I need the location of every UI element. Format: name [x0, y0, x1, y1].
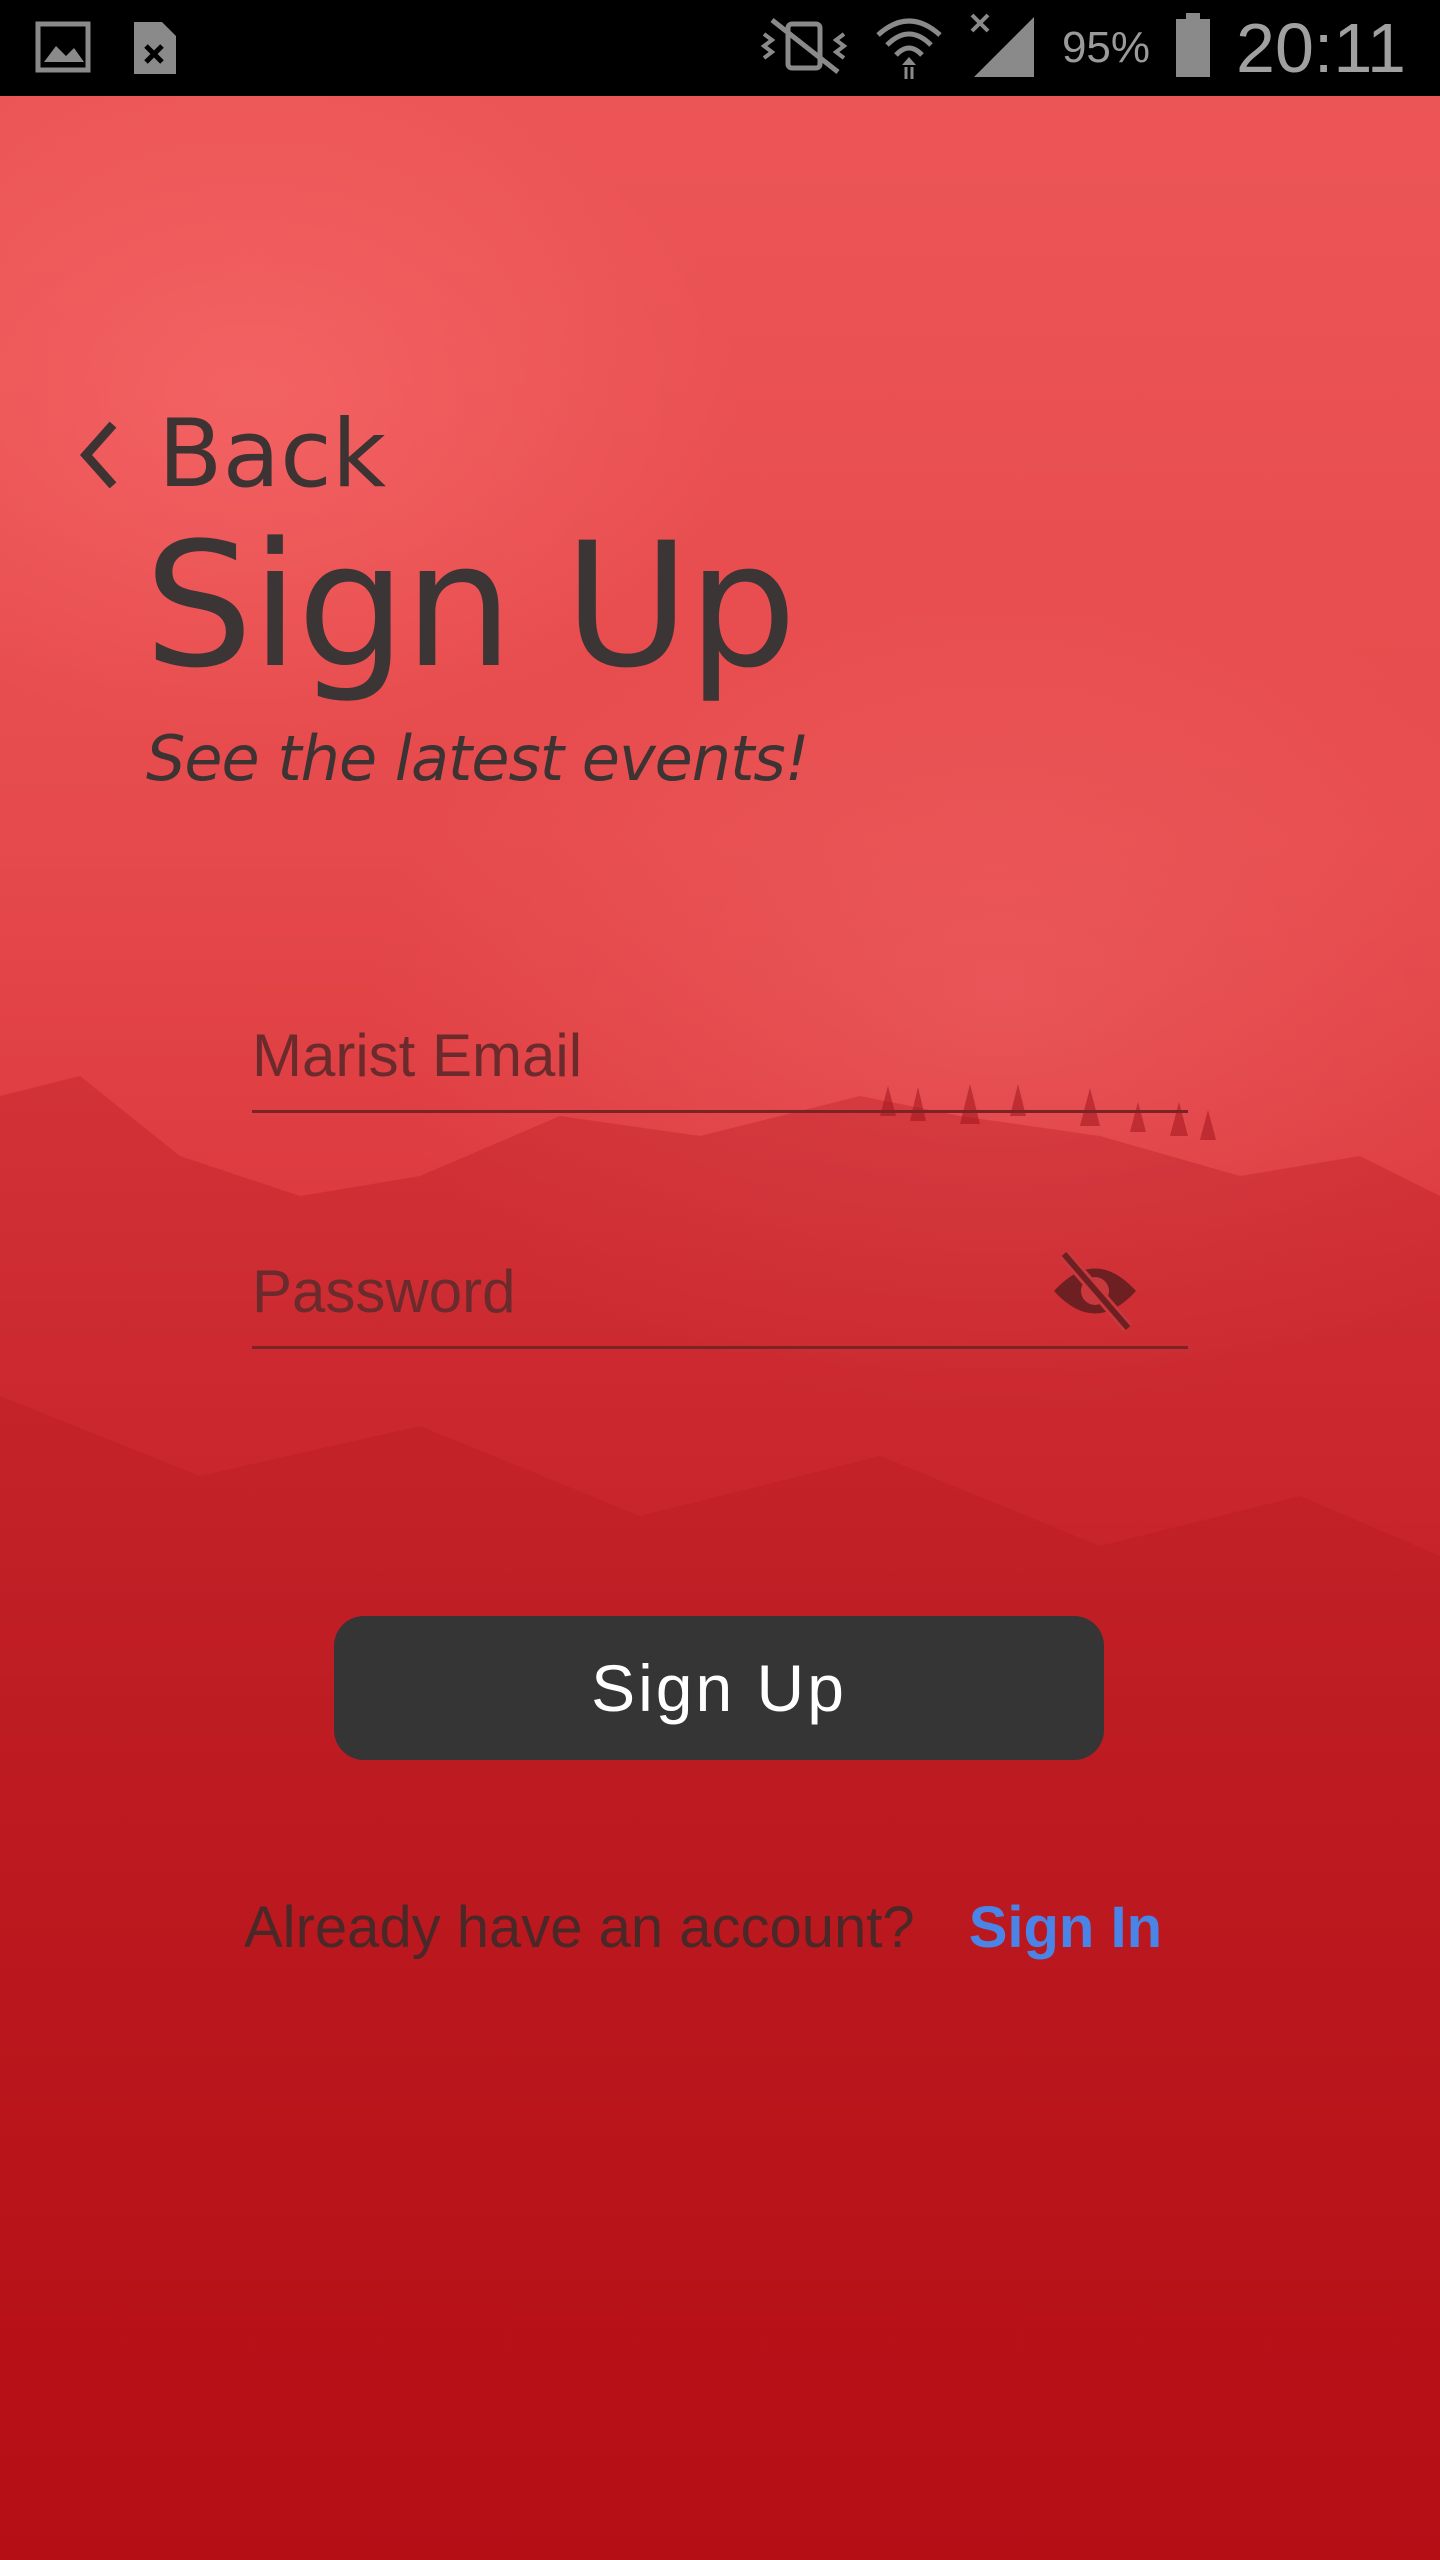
sign-up-button[interactable]: Sign Up [334, 1616, 1104, 1760]
file-x-icon [130, 18, 180, 83]
password-field-container [252, 1236, 1188, 1349]
back-label: Back [158, 400, 387, 509]
email-field[interactable] [252, 1000, 1188, 1110]
password-field[interactable] [252, 1236, 1188, 1346]
clock: 20:11 [1236, 9, 1406, 87]
page-subtitle: See the latest events! [146, 722, 810, 795]
status-bar-left [34, 18, 180, 83]
sign-in-link[interactable]: Sign In [969, 1894, 1162, 1961]
status-bar: 95% 20:11 [0, 0, 1440, 96]
eye-off-icon[interactable] [1050, 1246, 1140, 1336]
status-bar-right: 95% 20:11 [758, 0, 1406, 96]
chevron-left-icon [79, 421, 117, 488]
email-field-container [252, 1000, 1188, 1113]
sign-in-row: Already have an account? Sign In [244, 1894, 1162, 1961]
back-button[interactable]: Back [78, 400, 386, 509]
wifi-icon [874, 11, 944, 86]
no-signal-icon [968, 11, 1038, 86]
battery-percent: 95% [1061, 23, 1151, 72]
page-title: Sign Up [144, 505, 797, 706]
battery-icon [1174, 12, 1212, 84]
image-icon [34, 18, 92, 83]
vibrate-mute-icon [758, 16, 850, 81]
sign-in-prompt: Already have an account? [244, 1895, 915, 1960]
